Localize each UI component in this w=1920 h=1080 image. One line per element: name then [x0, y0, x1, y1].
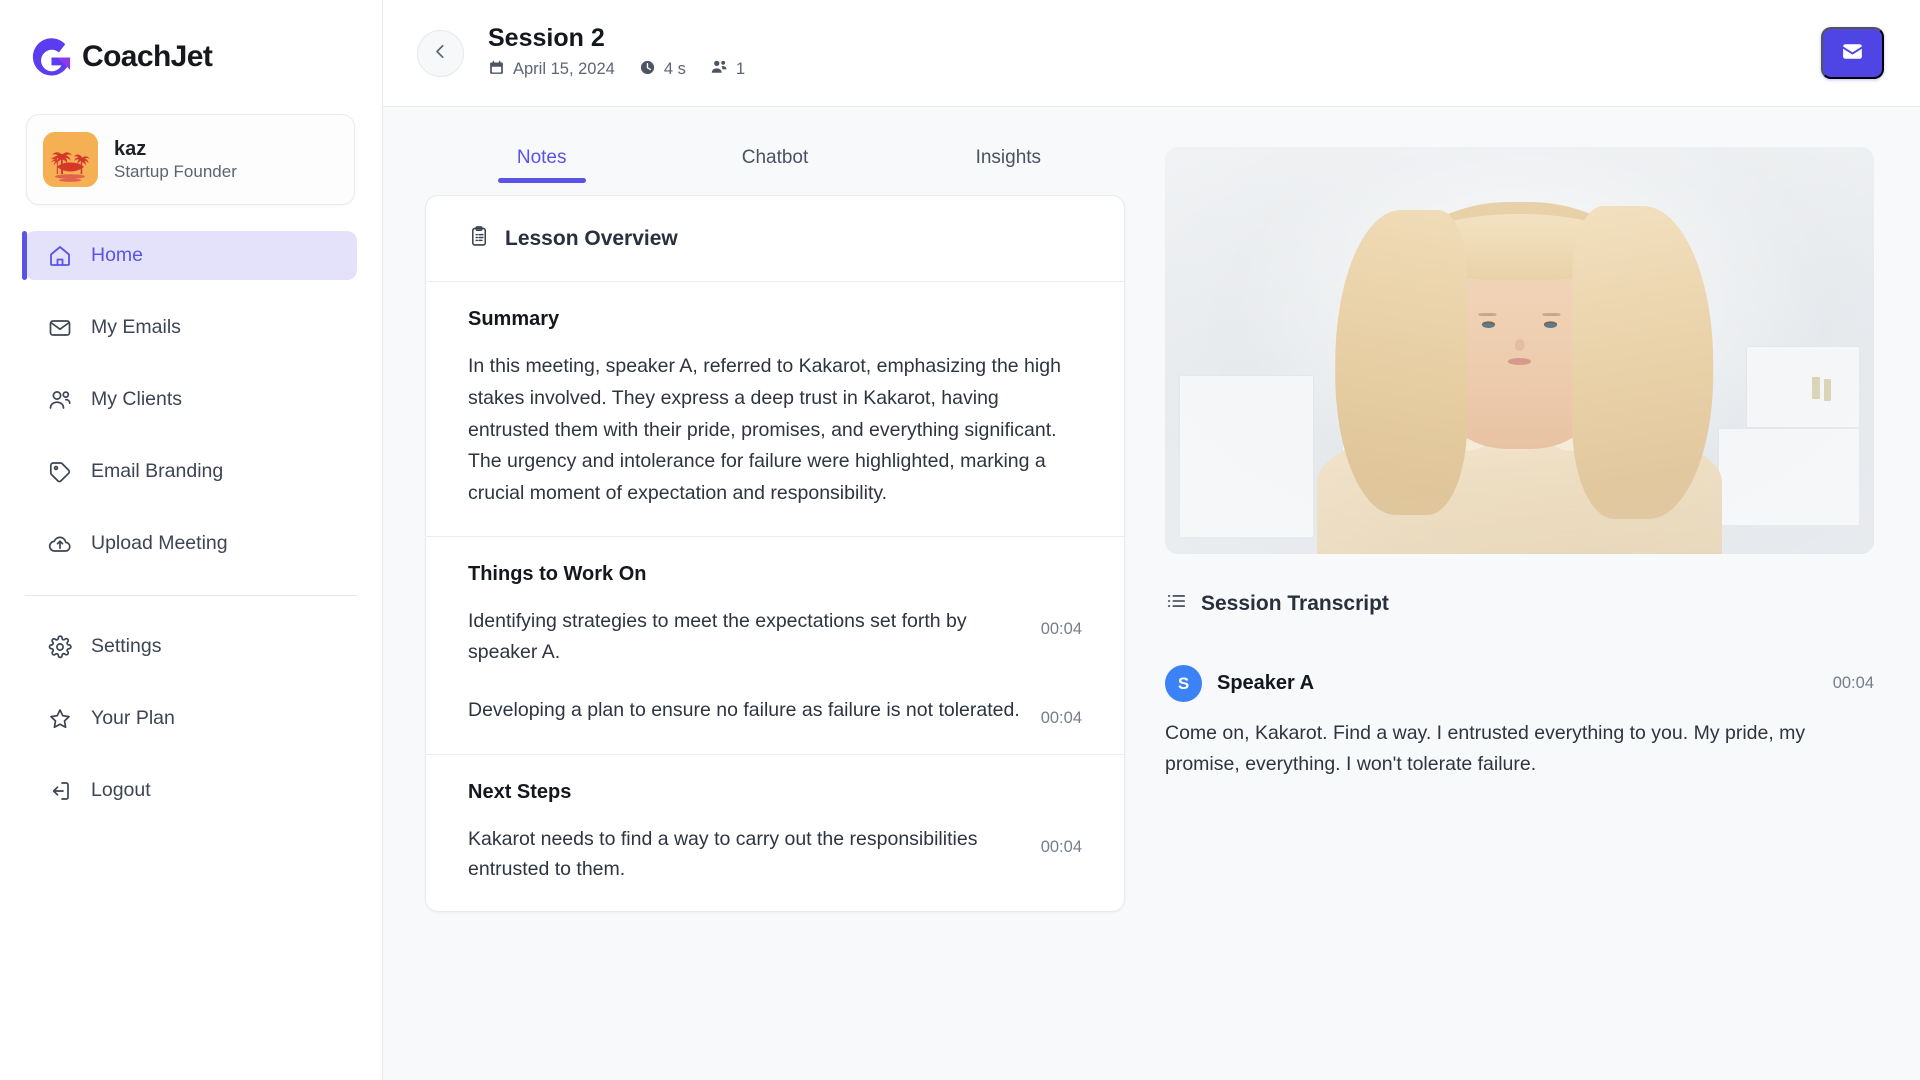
- session-date: April 15, 2024: [488, 59, 615, 81]
- notes-column: Notes Chatbot Insights Lesson Overview S…: [425, 107, 1125, 1080]
- sidebar-item-settings[interactable]: Settings: [25, 622, 357, 671]
- envelope-icon: [47, 315, 72, 340]
- sidebar-item-label: Upload Meeting: [91, 532, 228, 554]
- sidebar-item-my-clients[interactable]: My Clients: [25, 375, 357, 424]
- transcript-column: Session Transcript S Speaker A 00:04 Com…: [1165, 107, 1874, 1080]
- sidebar-item-label: Home: [91, 244, 144, 266]
- main-area: Session 2 April 15, 2024 4 s 1 Notes Cha…: [383, 0, 1920, 1080]
- tab-notes[interactable]: Notes: [425, 147, 658, 183]
- session-duration-label: 4 s: [663, 60, 686, 79]
- profile-role: Startup Founder: [114, 161, 237, 181]
- things-to-work-on-section: Things to Work On Identifying strategies…: [426, 535, 1124, 754]
- tab-label: Insights: [975, 147, 1042, 168]
- summary-section: Summary In this meeting, speaker A, refe…: [426, 282, 1124, 536]
- transcript-timestamp[interactable]: 00:04: [1833, 674, 1874, 693]
- users-icon: [710, 58, 728, 81]
- sidebar-item-label: My Clients: [91, 388, 183, 410]
- envelope-icon: [1840, 39, 1865, 67]
- next-steps-section: Next Steps Kakarot needs to find a way t…: [426, 753, 1124, 912]
- profile-meta: kaz Startup Founder: [114, 138, 237, 182]
- sidebar: CoachJet kaz Startup Founder Home My Ema…: [0, 0, 383, 1080]
- summary-text: In this meeting, speaker A, referred to …: [468, 355, 1061, 505]
- list-item: Developing a plan to ensure no failure a…: [468, 695, 1082, 728]
- profile-name: kaz: [114, 137, 147, 160]
- tab-label: Chatbot: [741, 147, 809, 168]
- sidebar-item-label: Your Plan: [91, 707, 175, 729]
- back-button[interactable]: [417, 29, 464, 77]
- logout-icon: [47, 778, 72, 803]
- transcript-speaker: Speaker A: [1217, 672, 1315, 694]
- cloud-upload-icon: [47, 531, 72, 556]
- session-participants: 1: [710, 58, 745, 81]
- home-icon: [47, 243, 72, 268]
- sidebar-item-label: My Emails: [91, 316, 181, 338]
- session-meta: April 15, 2024 4 s 1: [488, 58, 1821, 81]
- brand-name: CoachJet: [82, 40, 213, 73]
- sidebar-item-email-branding[interactable]: Email Branding: [25, 447, 357, 496]
- app-root: CoachJet kaz Startup Founder Home My Ema…: [0, 0, 1920, 1080]
- session-participants-label: 1: [735, 60, 746, 79]
- send-email-button[interactable]: [1821, 27, 1884, 79]
- list-item-timestamp[interactable]: 00:04: [1041, 824, 1082, 857]
- tab-bar: Notes Chatbot Insights: [425, 107, 1125, 183]
- sidebar-item-my-emails[interactable]: My Emails: [25, 303, 357, 352]
- tab-insights[interactable]: Insights: [892, 147, 1125, 183]
- sidebar-item-upload-meeting[interactable]: Upload Meeting: [25, 519, 357, 568]
- list-item-text: Developing a plan to ensure no failure a…: [468, 698, 1020, 721]
- list-item-text: Kakarot needs to find a way to carry out…: [468, 827, 978, 881]
- sidebar-item-label: Settings: [91, 635, 162, 657]
- session-date-label: April 15, 2024: [513, 60, 615, 79]
- users-icon: [47, 387, 72, 412]
- transcript-text: Come on, Kakarot. Find a way. I entruste…: [1165, 722, 1806, 776]
- tab-label: Notes: [516, 147, 567, 168]
- list-item: Kakarot needs to find a way to carry out…: [468, 824, 1082, 886]
- session-duration: 4 s: [639, 59, 686, 81]
- clock-icon: [639, 59, 656, 81]
- transcript-header: Session Transcript: [1165, 590, 1874, 617]
- list-item-timestamp[interactable]: 00:04: [1041, 695, 1082, 728]
- list-item-timestamp[interactable]: 00:04: [1041, 606, 1082, 639]
- session-header: Session 2 April 15, 2024 4 s 1: [488, 25, 1821, 81]
- palm-island-avatar-icon: [43, 132, 98, 187]
- chevron-left-icon: [430, 41, 451, 65]
- video-vignette: [1165, 147, 1874, 554]
- topbar: Session 2 April 15, 2024 4 s 1: [383, 0, 1920, 107]
- brand[interactable]: CoachJet: [0, 22, 382, 84]
- sidebar-divider: [25, 595, 357, 596]
- page-title: Session 2: [488, 23, 605, 52]
- sidebar-item-home[interactable]: Home: [22, 231, 357, 280]
- tag-icon: [47, 459, 72, 484]
- lesson-overview-header: Lesson Overview: [426, 196, 1124, 282]
- calendar-icon: [488, 59, 505, 81]
- session-video-thumbnail[interactable]: [1165, 147, 1874, 554]
- star-icon: [47, 706, 72, 731]
- list-icon: [1165, 590, 1187, 617]
- next-steps-title: Next Steps: [468, 780, 572, 803]
- list-item: Identifying strategies to meet the expec…: [468, 606, 1082, 668]
- transcript-entry: S Speaker A 00:04 Come on, Kakarot. Find…: [1165, 665, 1874, 780]
- transcript-entry-header: S Speaker A 00:04: [1165, 665, 1874, 702]
- avatar: S: [1165, 665, 1202, 702]
- lesson-overview-title: Lesson Overview: [505, 227, 678, 250]
- sidebar-item-logout[interactable]: Logout: [25, 766, 357, 815]
- summary-title: Summary: [468, 308, 560, 330]
- profile-card[interactable]: kaz Startup Founder: [26, 114, 355, 205]
- coachjet-g-logo-icon: [28, 34, 75, 81]
- transcript-title: Session Transcript: [1201, 591, 1389, 615]
- sidebar-item-your-plan[interactable]: Your Plan: [25, 694, 357, 743]
- list-item-text: Identifying strategies to meet the expec…: [468, 609, 967, 663]
- clipboard-list-icon: [468, 225, 491, 253]
- sidebar-nav: Home My Emails My Clients Email Branding…: [0, 231, 382, 815]
- gear-icon: [47, 634, 72, 659]
- things-to-work-on-title: Things to Work On: [468, 562, 647, 585]
- sidebar-item-label: Logout: [91, 779, 151, 801]
- lesson-overview-card: Lesson Overview Summary In this meeting,…: [425, 195, 1125, 913]
- content-area: Notes Chatbot Insights Lesson Overview S…: [383, 107, 1920, 1080]
- tab-chatbot[interactable]: Chatbot: [658, 147, 891, 183]
- sidebar-item-label: Email Branding: [91, 460, 224, 482]
